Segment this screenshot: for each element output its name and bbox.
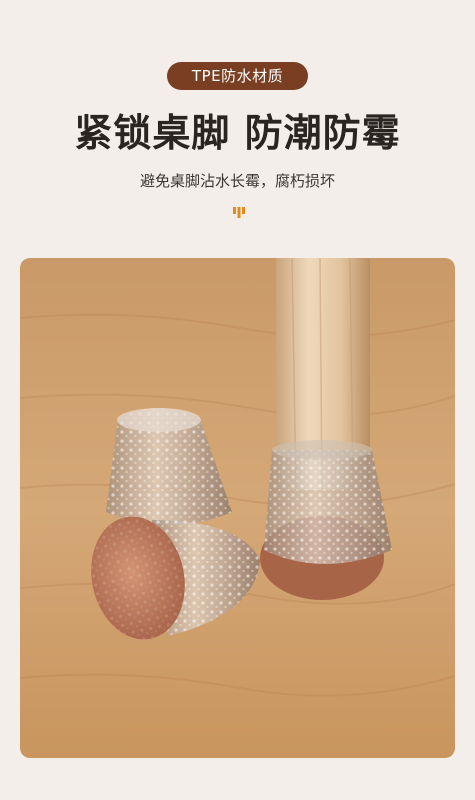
material-badge: TPE防水材质: [167, 62, 308, 90]
product-photo: [20, 258, 455, 758]
page-subtitle: 避免桌脚沾水长霉，腐朽损坏: [139, 172, 335, 190]
page-title: 紧锁桌脚 防潮防霉: [74, 111, 401, 155]
bar-chart-decoration-icon: [233, 207, 245, 218]
